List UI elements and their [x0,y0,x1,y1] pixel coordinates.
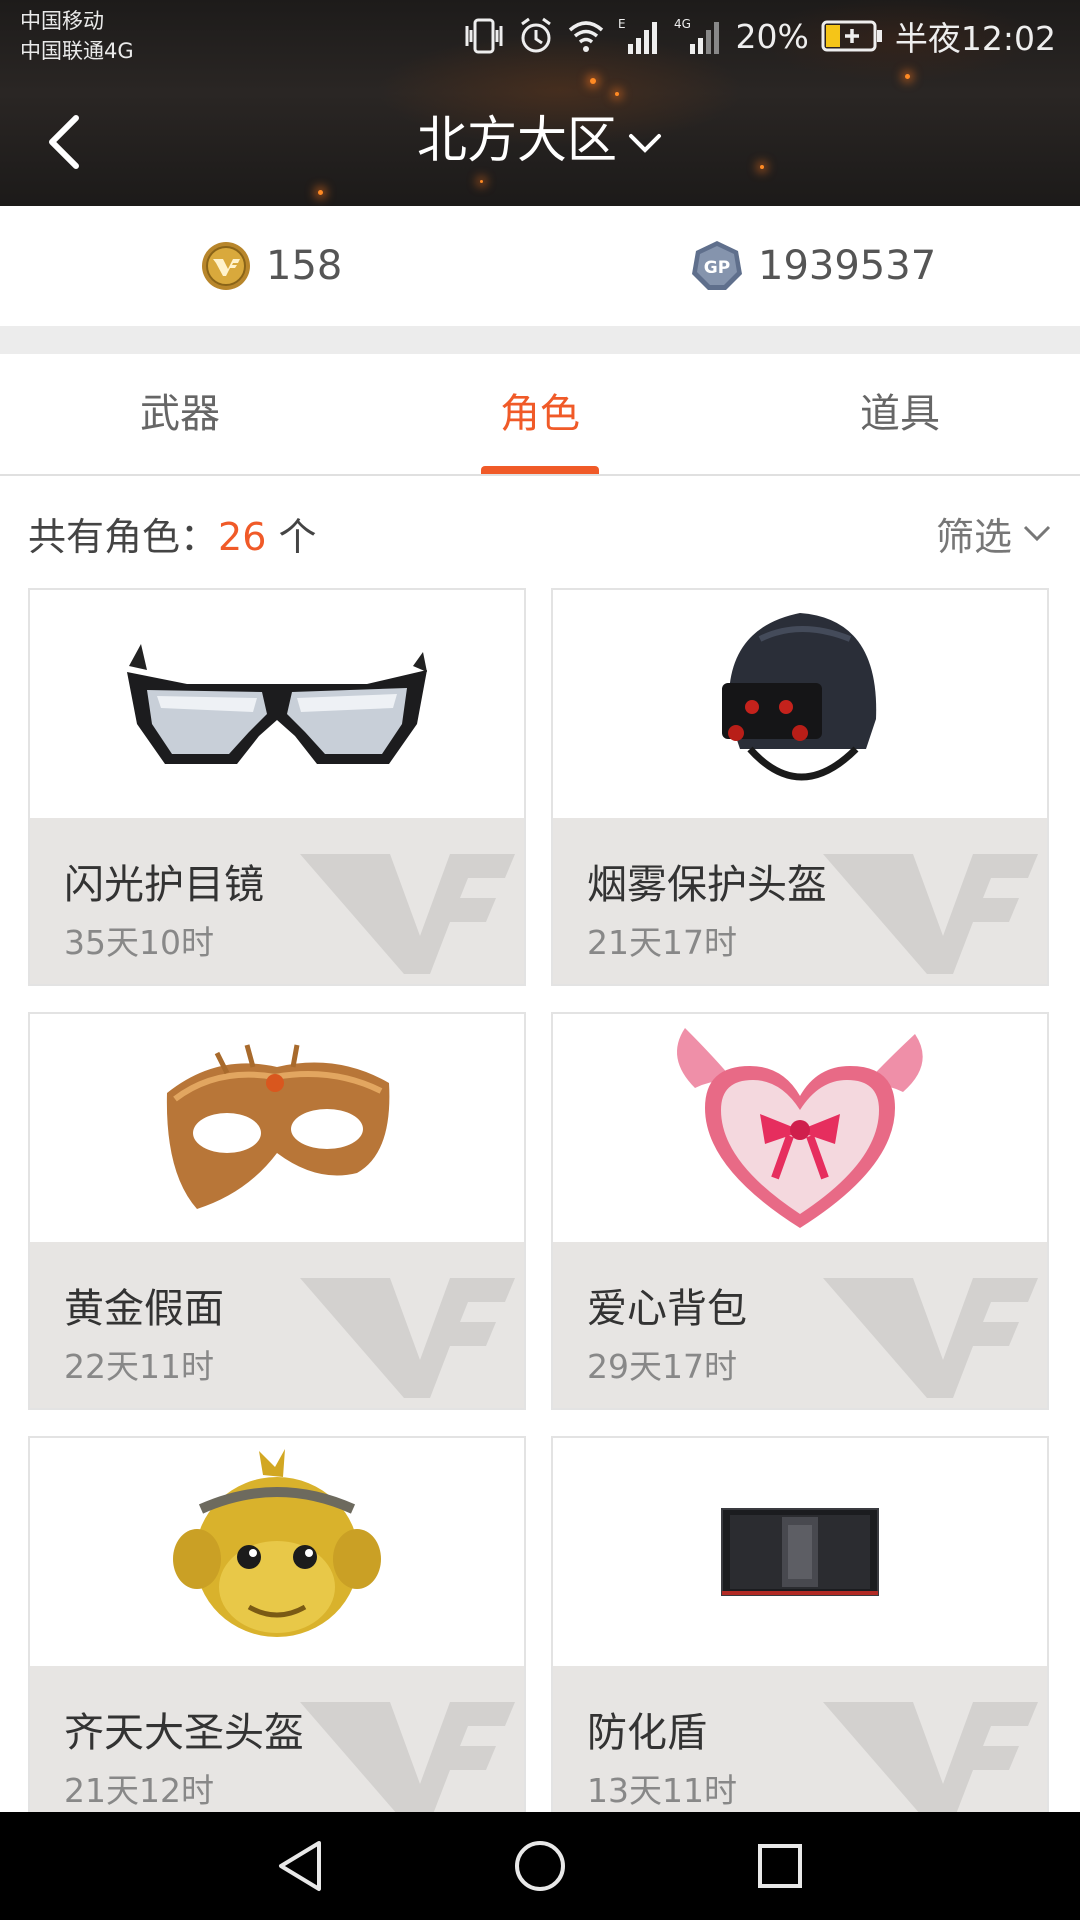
count-suffix: 个 [266,515,317,559]
gp-badge: GP [704,258,730,278]
nav-home-button[interactable] [510,1836,570,1896]
system-nav-bar [0,1812,1080,1920]
title-bar: 北方大区 [0,72,1080,206]
signal-4g-icon: 4G [674,17,719,54]
alarm-icon [520,17,551,53]
item-remaining-time: 35天10时 [64,923,214,962]
gp-points: GP 1939537 [690,238,936,294]
cf-watermark-icon [300,1702,515,1812]
item-card[interactable]: 爱心背包 29天17时 [551,1012,1049,1410]
tab-items[interactable]: 道具 [720,354,1080,474]
nav-back-icon [279,1841,321,1891]
item-info: 烟雾保护头盔 21天17时 [553,818,1047,984]
item-card[interactable]: 防化盾 13天11时 [551,1436,1049,1812]
item-card[interactable]: 黄金假面 22天11时 [28,1012,526,1410]
item-remaining-time: 22天11时 [64,1347,214,1386]
item-name: 防化盾 [587,1710,707,1756]
app-header: 中国移动 中国联通4G E 4G 20% 半夜12:02 北方大区 [0,0,1080,206]
summary-row: 共有角色：26 个 筛选 [0,476,1080,586]
count-prefix: 共有角色： [28,515,219,559]
nav-recents-icon [758,1844,802,1888]
chevron-down-icon [629,133,661,153]
chevron-down-icon [1023,525,1051,541]
currency-row: 158 GP 1939537 [0,206,1080,326]
item-image [30,1014,524,1242]
chemical-shield-image [721,1508,879,1596]
item-name: 爱心背包 [587,1286,747,1332]
item-image [553,1014,1047,1242]
carrier-2: 中国联通4G [20,39,134,63]
carrier-1: 中国移动 [20,9,104,33]
item-card[interactable]: 烟雾保护头盔 21天17时 [551,588,1049,986]
category-tabs: 武器 角色 道具 [0,354,1080,476]
cf-watermark-icon [300,1278,515,1398]
svg-text:4G: 4G [674,17,691,31]
status-icons: E 4G 20% 半夜12:02 [462,14,1056,58]
item-info: 防化盾 13天11时 [553,1666,1047,1812]
tab-weapons[interactable]: 武器 [0,354,360,474]
active-tab-indicator [481,466,599,474]
section-divider [0,326,1080,354]
goggles-image [127,644,427,764]
item-remaining-time: 21天17时 [587,923,737,962]
item-name: 黄金假面 [64,1286,224,1332]
cf-points: 158 [200,238,342,294]
character-grid: 闪光护目镜 35天10时 烟雾保护头盔 21天17时 黄金假面 22天11时 爱… [0,586,1080,1812]
nav-home-icon [515,1841,565,1891]
character-count: 共有角色：26 个 [28,506,316,561]
nav-back-button[interactable] [270,1836,330,1896]
item-image [553,1438,1047,1666]
cf-watermark-icon [300,854,515,974]
item-name: 闪光护目镜 [64,862,264,908]
clock: 半夜12:02 [894,19,1056,58]
status-bar: 中国移动 中国联通4G E 4G 20% 半夜12:02 [0,0,1080,72]
tab-characters[interactable]: 角色 [360,354,720,474]
item-name: 烟雾保护头盔 [587,862,827,908]
cf-watermark-icon [823,1702,1038,1812]
item-info: 爱心背包 29天17时 [553,1242,1047,1408]
svg-text:E: E [618,17,626,31]
item-remaining-time: 21天12时 [64,1771,214,1810]
monkey-king-helmet-image [173,1449,381,1637]
item-info: 黄金假面 22天11时 [30,1242,524,1408]
item-remaining-time: 29天17时 [587,1347,737,1386]
filter-label: 筛选 [935,515,1012,559]
item-info: 齐天大圣头盔 21天12时 [30,1666,524,1812]
vibrate-icon [465,18,503,54]
filter-button[interactable]: 筛选 [936,506,1052,561]
wifi-icon [568,21,603,52]
gp-value: 1939537 [758,243,937,289]
gold-mask-image [166,1044,390,1209]
battery-icon [821,20,882,52]
heart-backpack-image [677,1028,923,1228]
item-name: 齐天大圣头盔 [64,1710,304,1756]
carrier-info: 中国移动 中国联通4G [20,6,134,66]
cf-points-value: 158 [266,243,343,289]
item-image [30,1438,524,1666]
page-title: 北方大区 [417,111,617,169]
item-card[interactable]: 闪光护目镜 35天10时 [28,588,526,986]
helmet-image [722,613,877,781]
region-selector[interactable]: 北方大区 [0,102,1080,178]
cf-coin-icon [202,242,250,290]
nav-recents-button[interactable] [750,1836,810,1896]
signal-icon: E [618,17,657,54]
item-image [553,590,1047,818]
item-image [30,590,524,818]
cf-watermark-icon [823,854,1038,974]
battery-percent: 20% [735,16,809,56]
item-info: 闪光护目镜 35天10时 [30,818,524,984]
item-card[interactable]: 齐天大圣头盔 21天12时 [28,1436,526,1812]
cf-watermark-icon [823,1278,1038,1398]
item-remaining-time: 13天11时 [587,1771,737,1810]
count-number: 26 [218,515,267,559]
gp-coin-icon: GP [692,241,742,290]
